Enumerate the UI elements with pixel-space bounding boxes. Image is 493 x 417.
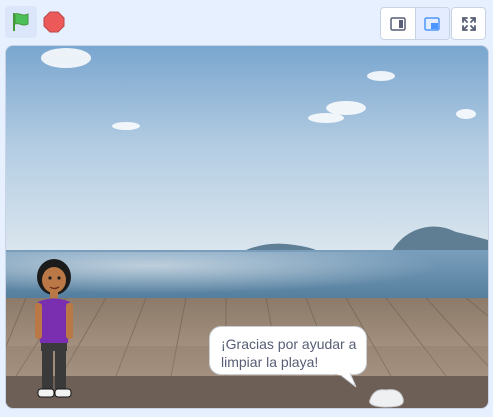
speech-bubble-text: ¡Gracias por ayudar a limpiar la playa! <box>221 336 357 370</box>
stage-header <box>0 0 493 44</box>
stop-button[interactable] <box>40 8 68 36</box>
large-stage-button[interactable] <box>414 8 449 39</box>
green-flag-icon <box>13 13 29 31</box>
stop-sign-icon <box>43 11 65 33</box>
speech-bubble-tail <box>337 373 357 388</box>
small-stage-icon <box>390 16 406 31</box>
large-stage-icon <box>424 16 440 31</box>
plastic-bag-sprite[interactable] <box>368 384 406 408</box>
small-stage-button[interactable] <box>381 8 415 39</box>
fullscreen-icon <box>461 16 476 31</box>
green-flag-button[interactable] <box>5 6 37 38</box>
speech-bubble: ¡Gracias por ayudar a limpiar la playa! <box>209 326 367 375</box>
stage-size-toggle <box>380 7 450 40</box>
girl-sprite[interactable] <box>32 257 76 402</box>
fullscreen-button[interactable] <box>451 7 486 40</box>
